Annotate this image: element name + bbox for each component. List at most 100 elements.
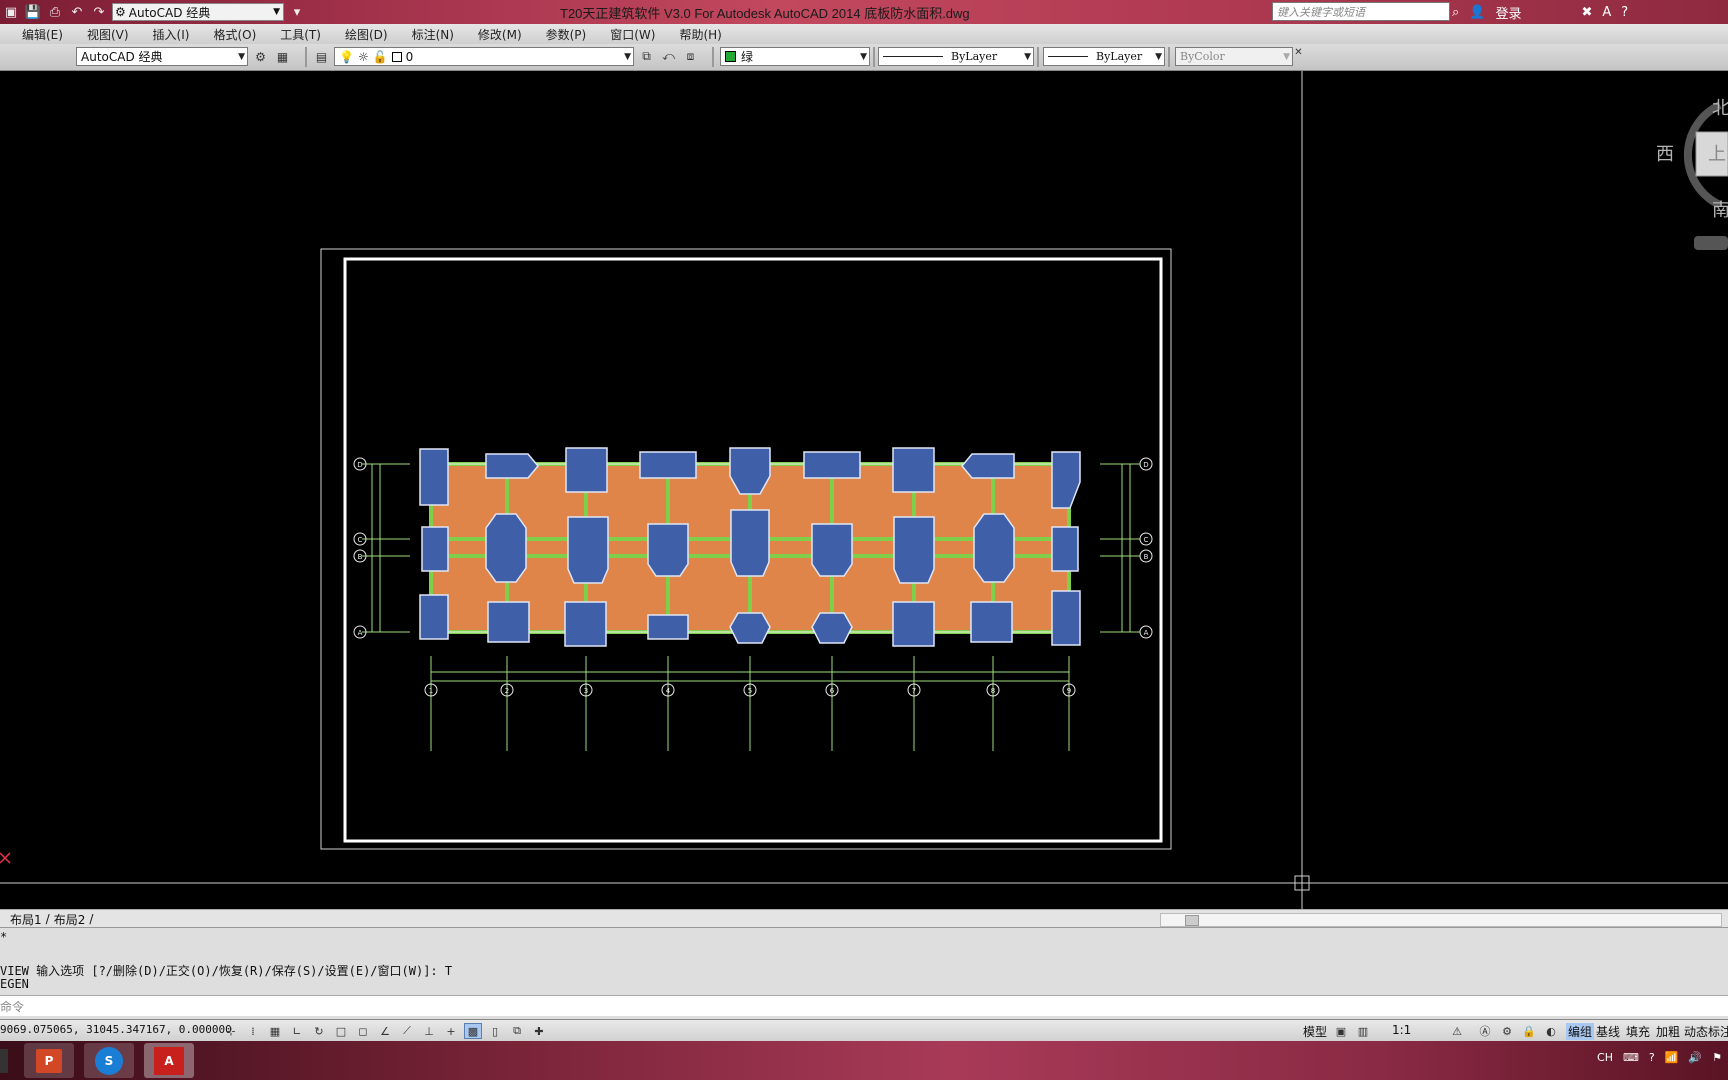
divider: [305, 47, 307, 67]
autodesk-icon[interactable]: A: [1602, 5, 1611, 20]
scroll-thumb[interactable]: [1185, 915, 1199, 926]
layer-manager-icon[interactable]: ▤: [313, 48, 330, 65]
status-fill-toggle[interactable]: 填充: [1626, 1023, 1650, 1040]
linetype-combo-label: ByLayer: [951, 50, 998, 63]
command-history-line: *: [0, 930, 8, 944]
menu-insert[interactable]: 插入(I): [141, 26, 202, 43]
linetype-combo[interactable]: ByLayer ▼: [878, 47, 1034, 66]
menu-help[interactable]: 帮助(H): [667, 26, 733, 43]
keyboard-icon[interactable]: ⌨: [1623, 1051, 1639, 1064]
taskbar-app-powerpoint[interactable]: P: [24, 1043, 74, 1078]
volume-icon[interactable]: 🔊: [1688, 1051, 1702, 1064]
menu-window[interactable]: 窗口(W): [598, 26, 667, 43]
quick-properties-icon[interactable]: ▯: [486, 1023, 504, 1039]
app-menu-icon[interactable]: ▣: [2, 3, 20, 21]
quick-view-icon[interactable]: ▥: [1354, 1023, 1372, 1039]
redo-icon[interactable]: ↷: [90, 3, 108, 21]
tab-layout1[interactable]: 布局1: [0, 911, 46, 928]
qat-dropdown-icon[interactable]: ▾: [288, 3, 306, 21]
lineweight-combo[interactable]: ByLayer ▼: [1043, 47, 1165, 66]
save-icon[interactable]: 💾: [24, 3, 42, 21]
horizontal-scrollbar[interactable]: [1160, 913, 1722, 927]
language-indicator[interactable]: CH: [1597, 1051, 1613, 1064]
layer-combo[interactable]: 💡 ☼ 🔓 0 ▼: [334, 47, 634, 66]
snap-mode-icon[interactable]: ⁞: [244, 1023, 262, 1039]
plotstyle-combo[interactable]: ByColor ▼: [1175, 47, 1293, 66]
column: [729, 612, 771, 644]
infer-constraints-icon[interactable]: ⊹: [222, 1023, 240, 1039]
user-icon[interactable]: 👤: [1469, 5, 1485, 20]
linetype-sample: [883, 56, 943, 57]
grid-label-1: 1: [429, 687, 433, 695]
isolate-objects-icon[interactable]: ◐: [1542, 1023, 1560, 1039]
lineweight-icon[interactable]: +: [442, 1023, 460, 1039]
ortho-mode-icon[interactable]: ∟: [288, 1023, 306, 1039]
grid-label-3: 3: [584, 687, 588, 695]
start-button[interactable]: [0, 1049, 8, 1073]
login-link[interactable]: 登录: [1495, 3, 1521, 22]
3d-osnap-icon[interactable]: ◻: [354, 1023, 372, 1039]
layout-view-icon[interactable]: ▣: [1332, 1023, 1350, 1039]
otrack-icon[interactable]: ∠: [376, 1023, 394, 1039]
menu-parametric[interactable]: 参数(P): [534, 26, 599, 43]
menu-format[interactable]: 格式(O): [201, 26, 268, 43]
undo-icon[interactable]: ↶: [68, 3, 86, 21]
command-input[interactable]: 命令: [0, 995, 1728, 1016]
column: [803, 451, 861, 479]
make-current-icon[interactable]: ⧉: [638, 48, 655, 65]
grid-label-B: B: [358, 553, 363, 561]
status-dyn-dim-toggle[interactable]: 动态标注: [1684, 1023, 1728, 1040]
menu-draw[interactable]: 绘图(D): [333, 26, 400, 43]
polar-tracking-icon[interactable]: ↻: [310, 1023, 328, 1039]
workspace-switch-icon[interactable]: ⚙: [1498, 1023, 1516, 1039]
workspace-settings-icon[interactable]: ⚙: [252, 48, 269, 65]
model-toggle[interactable]: 模型: [1303, 1023, 1327, 1040]
network-icon[interactable]: 📶: [1665, 1051, 1679, 1064]
layer-previous-icon[interactable]: ⤺: [660, 48, 677, 65]
status-bold-toggle[interactable]: 加粗: [1656, 1023, 1680, 1040]
menu-view[interactable]: 视图(V): [75, 26, 141, 43]
toolbar-icon[interactable]: ▦: [274, 48, 291, 65]
notification-icon[interactable]: ⚑: [1712, 1051, 1722, 1064]
dyn-input-icon[interactable]: ⊥: [420, 1023, 438, 1039]
exchange-icon[interactable]: ✖: [1581, 5, 1592, 20]
close-icon[interactable]: ✕: [1290, 44, 1307, 61]
viewcube-top-face[interactable]: 上: [1708, 140, 1726, 166]
column: [1051, 451, 1081, 509]
column: [639, 451, 697, 479]
workspace-select[interactable]: ⚙ AutoCAD 经典 ▼: [112, 3, 284, 21]
menu-edit[interactable]: 编辑(E): [0, 26, 75, 43]
lock-ui-icon[interactable]: 🔒: [1520, 1023, 1538, 1039]
status-baseline-toggle[interactable]: 基线: [1596, 1023, 1620, 1040]
grid-label-8: 8: [991, 687, 995, 695]
column: [567, 516, 609, 584]
help-icon[interactable]: ?: [1621, 5, 1628, 20]
drawing-canvas[interactable]: 1 2 3 4 5 6 7 8 9 D C B A D C B A 北 西 南 …: [0, 71, 1728, 909]
print-icon[interactable]: ⎙: [46, 3, 64, 21]
object-snap-icon[interactable]: □: [332, 1023, 350, 1039]
layer-states-icon[interactable]: ⧈: [682, 48, 699, 65]
annotation-scale[interactable]: 1:1: [1392, 1023, 1411, 1037]
binoculars-icon[interactable]: ⌕: [1452, 5, 1459, 20]
annotation-visibility-icon[interactable]: ⚠: [1448, 1023, 1466, 1039]
menu-dimension[interactable]: 标注(N): [400, 26, 466, 43]
grid-label-9: 9: [1067, 687, 1071, 695]
menu-modify[interactable]: 修改(M): [466, 26, 534, 43]
tab-layout2[interactable]: 布局2: [50, 911, 90, 928]
status-group-toggle[interactable]: 编组: [1566, 1023, 1595, 1040]
menu-tools[interactable]: 工具(T): [268, 26, 333, 43]
layout-tabs: 布局1 / 布局2 /: [0, 909, 1728, 928]
auto-scale-icon[interactable]: Ⓐ: [1476, 1023, 1494, 1039]
taskbar-app-autocad[interactable]: A: [144, 1043, 194, 1078]
transparency-icon[interactable]: ▩: [464, 1023, 482, 1039]
color-combo[interactable]: 绿 ▼: [720, 47, 870, 66]
search-input[interactable]: 键入关键字或短语: [1272, 2, 1450, 21]
workspace-combo[interactable]: AutoCAD 经典 ▼: [76, 47, 248, 66]
annotation-monitor-icon[interactable]: ✚: [530, 1023, 548, 1039]
help-tray-icon[interactable]: ?: [1649, 1051, 1655, 1064]
grid-display-icon[interactable]: ▦: [266, 1023, 284, 1039]
viewcube[interactable]: 北 西 南 上: [1650, 80, 1728, 280]
ducs-icon[interactable]: ⟋: [398, 1023, 416, 1039]
taskbar-app-sogou[interactable]: S: [84, 1043, 134, 1078]
selection-cycling-icon[interactable]: ⧉: [508, 1023, 526, 1039]
